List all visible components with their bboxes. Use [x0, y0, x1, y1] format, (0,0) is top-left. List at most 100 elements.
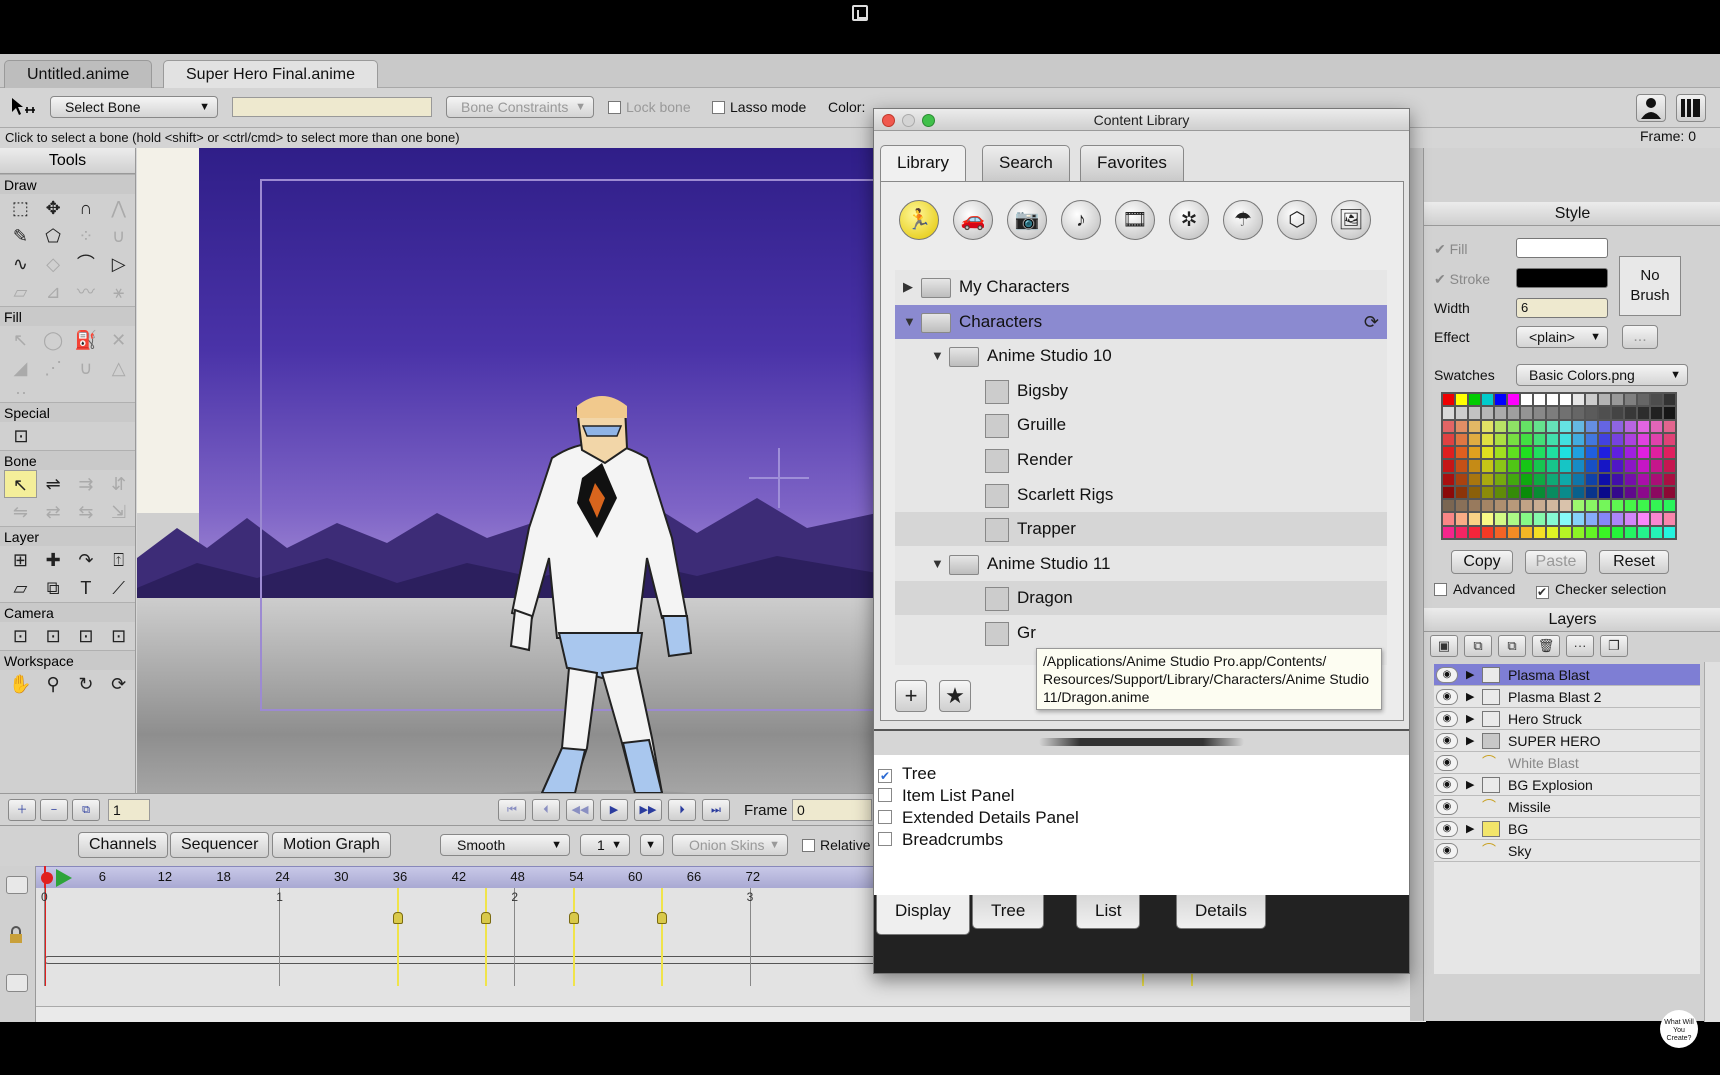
panel-divider[interactable]: [874, 729, 1409, 755]
interpolation-dropdown[interactable]: Smooth: [440, 834, 570, 856]
width-field[interactable]: 6: [1516, 298, 1608, 318]
color-swatch[interactable]: [1507, 459, 1520, 473]
divider-grip-icon[interactable]: [1039, 738, 1244, 746]
color-swatch[interactable]: [1442, 512, 1455, 526]
character-wizard-button[interactable]: [1636, 94, 1666, 122]
disclosure-open-icon[interactable]: ▼: [931, 339, 944, 373]
color-swatch[interactable]: [1494, 485, 1507, 500]
color-swatch[interactable]: [1624, 432, 1637, 447]
color-swatch[interactable]: [1468, 406, 1481, 420]
color-swatch[interactable]: [1455, 472, 1468, 486]
color-swatch[interactable]: [1442, 446, 1455, 460]
display-option[interactable]: Extended Details Panel: [878, 807, 1079, 829]
bone-constraints-dropdown[interactable]: Bone Constraints: [446, 96, 594, 118]
library-toggle-button[interactable]: [1676, 94, 1706, 122]
image-icon[interactable]: 🖼: [1331, 200, 1371, 240]
color-swatch[interactable]: [1507, 499, 1520, 513]
doc-tab-super-hero[interactable]: Super Hero Final.anime: [163, 60, 378, 88]
color-swatch[interactable]: [1481, 485, 1494, 500]
tree-row[interactable]: ▼ Anime Studio 10: [895, 339, 1387, 373]
color-swatch[interactable]: [1507, 406, 1520, 420]
skew-icon[interactable]: ⊿: [37, 278, 70, 306]
color-swatch[interactable]: [1624, 406, 1637, 420]
tool-select-dropdown[interactable]: Select Bone: [50, 96, 218, 118]
color-swatch[interactable]: [1494, 419, 1507, 433]
freehand-icon[interactable]: ✎: [4, 222, 37, 250]
stroke-color-swatch[interactable]: [1516, 268, 1608, 288]
color-swatch[interactable]: [1442, 525, 1455, 539]
color-swatch[interactable]: [1546, 485, 1559, 500]
zoom-icon[interactable]: ⚲: [37, 670, 70, 698]
color-swatch[interactable]: [1468, 472, 1481, 486]
add-layer-button[interactable]: ＋: [8, 799, 36, 821]
color-swatch[interactable]: [1507, 525, 1520, 539]
color-swatch[interactable]: [1650, 512, 1663, 526]
stroke-check-icon[interactable]: ✔: [1434, 271, 1446, 287]
layer-expand-icon[interactable]: ▶: [1466, 686, 1474, 708]
color-swatch[interactable]: [1455, 512, 1468, 526]
color-swatch[interactable]: [1663, 432, 1676, 447]
lasso-mode-box[interactable]: [712, 101, 725, 114]
color-swatch[interactable]: [1494, 393, 1507, 407]
color-swatch[interactable]: [1650, 485, 1663, 500]
color-swatch[interactable]: [1559, 485, 1572, 500]
checker-selection-box[interactable]: ✔: [1536, 586, 1549, 599]
eye-icon[interactable]: ◉: [1436, 733, 1458, 749]
transform-icon[interactable]: ∿: [4, 250, 37, 278]
frame-field[interactable]: 0: [792, 799, 872, 821]
layer-channel-icon[interactable]: [6, 974, 28, 992]
color-swatch[interactable]: [1624, 512, 1637, 526]
color-swatch[interactable]: [1572, 459, 1585, 473]
color-swatch[interactable]: [1442, 393, 1455, 407]
color-swatch[interactable]: [1559, 446, 1572, 460]
keyframe-marker[interactable]: [657, 912, 668, 924]
insert-text-icon[interactable]: T: [70, 574, 103, 602]
add-bone-icon[interactable]: ⇉: [70, 470, 103, 498]
color-swatch[interactable]: [1468, 419, 1481, 433]
bend-icon[interactable]: ⌒: [70, 250, 103, 278]
color-swatch[interactable]: [1637, 512, 1650, 526]
noise-toggle-button[interactable]: [640, 834, 664, 856]
color-swatch[interactable]: [1468, 459, 1481, 473]
perspective-icon[interactable]: ▷: [102, 250, 135, 278]
color-swatch[interactable]: [1637, 419, 1650, 433]
eye-icon[interactable]: ◉: [1436, 689, 1458, 705]
shear-icon[interactable]: ▱: [4, 278, 37, 306]
advanced-box[interactable]: [1434, 583, 1447, 596]
hand-icon[interactable]: ✋: [4, 670, 37, 698]
remove-layer-button[interactable]: −: [40, 799, 68, 821]
color-swatch[interactable]: [1507, 512, 1520, 526]
advanced-checkbox[interactable]: Advanced: [1434, 581, 1515, 597]
zoom-window-icon[interactable]: [922, 114, 935, 127]
color-swatch[interactable]: [1650, 432, 1663, 447]
color-swatch[interactable]: [1559, 393, 1572, 407]
color-swatch[interactable]: [1598, 406, 1611, 420]
delete-shape-icon[interactable]: ✕: [102, 326, 135, 354]
color-swatch[interactable]: [1494, 512, 1507, 526]
color-swatch[interactable]: [1520, 393, 1533, 407]
color-swatch[interactable]: [1611, 446, 1624, 460]
color-swatch[interactable]: [1442, 406, 1455, 420]
tab-favorites[interactable]: Favorites: [1080, 145, 1184, 181]
color-swatch[interactable]: [1442, 485, 1455, 500]
tab-search[interactable]: Search: [982, 145, 1070, 181]
tree-row[interactable]: Render: [895, 443, 1387, 477]
tree-row[interactable]: ▼ Characters ⟳: [895, 304, 1387, 339]
lasso-mode-checkbox[interactable]: Lasso mode: [712, 98, 806, 116]
eye-icon[interactable]: ◉: [1436, 711, 1458, 727]
manipulate-bones-icon[interactable]: ⇄: [37, 498, 70, 526]
disclosure-closed-icon[interactable]: ▶: [903, 270, 913, 304]
close-window-icon[interactable]: [882, 114, 895, 127]
layer-row[interactable]: ◉ ▶ BG Explosion: [1434, 774, 1700, 796]
tree-row[interactable]: ▼ Anime Studio 11: [895, 547, 1387, 581]
color-swatch[interactable]: [1650, 419, 1663, 433]
color-swatch[interactable]: [1572, 499, 1585, 513]
color-swatch[interactable]: [1442, 499, 1455, 513]
lock-bone-box[interactable]: [608, 101, 621, 114]
color-swatch[interactable]: [1546, 393, 1559, 407]
color-swatch[interactable]: [1455, 499, 1468, 513]
effect-dropdown[interactable]: <plain>: [1516, 326, 1608, 348]
color-swatch[interactable]: [1533, 446, 1546, 460]
color-swatch[interactable]: [1598, 499, 1611, 513]
color-swatch[interactable]: [1585, 485, 1598, 500]
